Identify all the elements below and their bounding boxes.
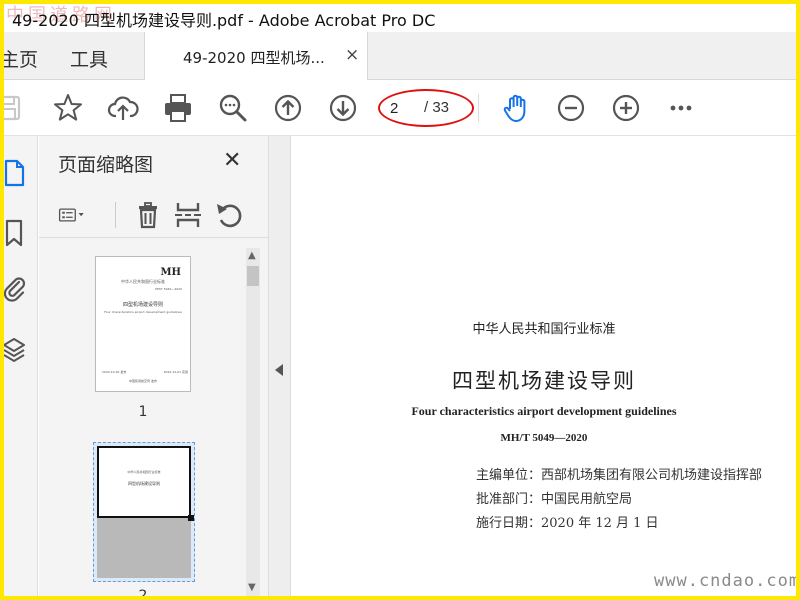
left-rail <box>4 136 38 596</box>
window-title: 49-2020 四型机场建设导则.pdf - Adobe Acrobat Pro… <box>12 11 436 30</box>
bookmark-icon[interactable] <box>4 218 28 248</box>
app-window: 中国道路网 49-2020 四型机场建设导则.pdf - Adobe Acrob… <box>4 4 796 596</box>
toolbar-separator <box>478 94 479 122</box>
page-thumbnails-icon[interactable] <box>4 158 28 188</box>
collapse-arrow-icon[interactable] <box>275 364 283 376</box>
panel-scrollbar[interactable]: ▲ ▼ <box>246 248 260 596</box>
document-page: 中华人民共和国行业标准 四型机场建设导则 Four characteristic… <box>292 136 796 596</box>
save-icon[interactable] <box>4 92 24 124</box>
thumbnail-2-header: 中华人民共和国行业标准 <box>127 470 161 474</box>
layers-icon[interactable] <box>4 334 28 364</box>
thumbnail-header: 中华人民共和国行业标准 <box>121 279 165 284</box>
thumbnail-code: MH/T 5049—2020 <box>155 287 182 291</box>
doc-chief-editor: 主编单位：西部机场集团有限公司机场建设指挥部 <box>476 468 763 483</box>
main-toolbar: / 33 <box>4 80 796 136</box>
insert-page-icon[interactable] <box>173 200 203 230</box>
scrollbar-thumb[interactable] <box>247 266 259 286</box>
annotation-ellipse <box>378 89 474 127</box>
zoom-out-icon[interactable] <box>555 92 587 124</box>
panel-collapse-strip[interactable] <box>269 136 291 596</box>
options-menu-icon[interactable] <box>57 200 103 230</box>
page-navigator: / 33 <box>378 89 474 127</box>
rotate-icon[interactable] <box>215 200 245 230</box>
zoom-in-icon[interactable] <box>610 92 642 124</box>
thumbnail-effective: 2020-12-01 实施 <box>163 370 188 374</box>
hand-icon[interactable] <box>500 92 532 124</box>
doc-subtitle: Four characteristics airport development… <box>411 404 677 418</box>
zoom-search-icon[interactable] <box>217 92 249 124</box>
cloud-upload-icon[interactable] <box>107 92 139 124</box>
tab-bar: 主页 工具 49-2020 四型机场... × <box>4 32 796 81</box>
tab-document[interactable]: 49-2020 四型机场... × <box>144 32 368 81</box>
title-bar: 中国道路网 49-2020 四型机场建设导则.pdf - Adobe Acrob… <box>4 4 796 32</box>
doc-title: 四型机场建设导则 <box>452 369 636 393</box>
doc-approver: 批准部门：中国民用航空局 <box>476 492 633 507</box>
arrow-down-circle-icon[interactable] <box>327 92 359 124</box>
thumbnail-label-1: 1 <box>138 404 148 420</box>
doc-code: MH/T 5049—2020 <box>500 432 588 444</box>
print-icon[interactable] <box>162 92 194 124</box>
attachment-icon[interactable] <box>4 273 28 303</box>
thumbnail-publisher: 中国民用航空局 发布 <box>129 379 157 383</box>
thumbnail-subtitle: Four characteristics airport development… <box>104 310 182 314</box>
thumbnail-issued: 2020-10-30 发布 <box>102 370 127 374</box>
tab-tools[interactable]: 工具 <box>70 45 108 72</box>
star-icon[interactable] <box>52 92 84 124</box>
tab-close-icon[interactable]: × <box>345 45 359 65</box>
panel-close-icon[interactable]: ✕ <box>223 148 241 173</box>
site-watermark: www.cndao.com <box>654 571 796 591</box>
tab-home[interactable]: 主页 <box>4 45 38 72</box>
thumbnail-title: 四型机场建设导则 <box>122 302 163 308</box>
thumbnail-page-2[interactable]: 中华人民共和国行业标准 四型机场建设导则 <box>93 442 195 582</box>
thumbnail-page-1[interactable]: MH 中华人民共和国行业标准 MH/T 5049—2020 四型机场建设导则 F… <box>95 256 191 392</box>
thumbnail-2-title: 四型机场建设导则 <box>128 481 160 486</box>
thumbnail-logo: MH <box>160 267 181 278</box>
thumbnail-panel: 页面缩略图 ✕ MH 中华人民共和国行业标准 MH/T 5049—2020 四型… <box>39 136 269 596</box>
visible-area-box[interactable]: 中华人民共和国行业标准 四型机场建设导则 <box>97 446 191 518</box>
scroll-down-icon[interactable]: ▼ <box>248 582 256 593</box>
tab-document-label: 49-2020 四型机场... <box>183 49 325 67</box>
panel-title: 页面缩略图 <box>58 154 154 176</box>
thumbnail-label-2: 2 <box>138 588 148 596</box>
doc-effective-date: 施行日期：2020 年 12 月 1 日 <box>476 516 659 531</box>
panel-toolbar <box>39 192 269 238</box>
doc-header: 中华人民共和国行业标准 <box>472 322 616 337</box>
visible-area-resize-handle[interactable] <box>188 515 194 521</box>
more-icon[interactable] <box>665 92 697 124</box>
delete-icon[interactable] <box>133 200 163 230</box>
arrow-up-circle-icon[interactable] <box>272 92 304 124</box>
scroll-up-icon[interactable]: ▲ <box>248 250 256 261</box>
panel-toolbar-divider <box>115 202 116 228</box>
